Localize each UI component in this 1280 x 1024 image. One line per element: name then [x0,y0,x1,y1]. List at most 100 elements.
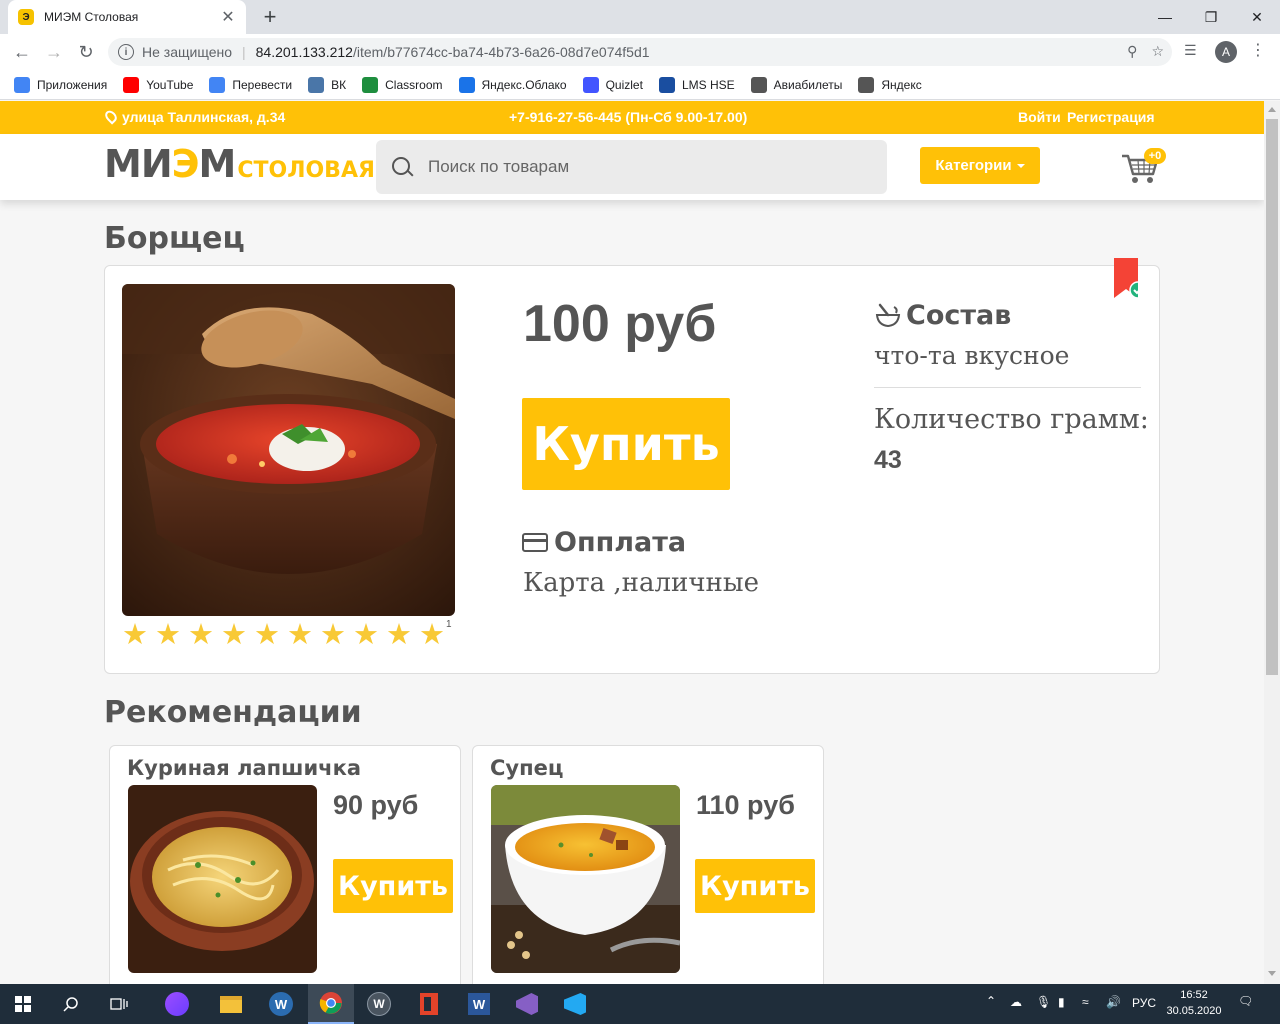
visual-studio-icon[interactable] [504,984,550,1024]
site-favicon-icon: Э [18,9,34,25]
star-icon[interactable]: ★ [221,620,254,650]
tray-chevron-icon[interactable]: ⌃ [986,994,996,1008]
forward-icon[interactable]: → [42,40,66,64]
caret-down-icon [1016,163,1025,168]
rating-stars[interactable]: ★ ★ ★ ★ ★ ★ ★ ★ ★ ★ [122,620,452,650]
bookmark-label: LMS HSE [681,77,735,92]
microphone-icon[interactable]: 🎙 [1036,995,1051,1009]
scrollbar-thumb[interactable] [1266,119,1278,675]
bookmark-favicon-icon [750,76,767,93]
star-bookmark-icon[interactable]: ☆ [1151,43,1164,60]
recommendation-card[interactable]: Супец 110 руб Купить [472,745,824,995]
bookmark-item[interactable]: Яндекс.Облако [458,76,567,93]
new-tab-button[interactable]: + [258,4,282,30]
maximize-icon[interactable]: ❐ [1188,0,1234,34]
star-icon[interactable]: ★ [254,620,287,650]
composition-title: Состав [874,300,1011,331]
system-clock[interactable]: 16:52 30.05.2020 [1162,987,1226,1019]
wifi-icon[interactable]: ≈ [1082,995,1089,1009]
minimize-icon[interactable]: — [1142,0,1188,34]
recommendation-buy-button[interactable]: Купить [695,859,815,913]
register-link[interactable]: Регистрация [1067,109,1155,125]
recommendation-photo [128,785,317,973]
battery-icon[interactable]: ▮ [1058,995,1065,1009]
language-indicator[interactable]: РУС [1132,996,1156,1010]
browser-tab[interactable]: Э МИЭМ Столовая ✕ [8,0,246,34]
close-tab-icon[interactable]: ✕ [220,7,236,27]
word-icon[interactable]: W [456,984,502,1024]
tab-title: МИЭМ Столовая [44,10,139,24]
search-taskbar-icon[interactable] [48,984,94,1024]
onedrive-icon[interactable]: ☁ [1010,995,1022,1009]
profile-avatar[interactable]: A [1215,41,1237,63]
bookmark-label: ВК [331,77,347,92]
login-link[interactable]: Войти [1018,109,1061,125]
windows-taskbar: W W W ⌃ ☁ 🎙 ▮ ≈ 🔊 РУС 16:52 30.05.2020 🗨 [0,984,1280,1024]
reload-icon[interactable]: ↻ [74,40,98,64]
address-info: улица Таллинская, д.34 [102,108,285,125]
product-title: Борщец [104,221,245,256]
star-icon[interactable]: ★ [287,620,320,650]
cart-button[interactable]: +0 [1120,148,1166,188]
address-bar[interactable]: i Не защищено | 84.201.133.212/item/b776… [108,38,1172,66]
office-icon[interactable] [406,984,452,1024]
buy-button[interactable]: Купить [522,398,730,490]
volume-icon[interactable]: 🔊 [1106,995,1121,1009]
notifications-icon[interactable]: 🗨 [1238,994,1253,1008]
rating-count: 1 [446,619,452,630]
alice-icon[interactable] [154,984,200,1024]
recommendation-card[interactable]: Куриная лапшичка 90 руб Купить [109,745,461,995]
page-scrollbar[interactable] [1264,101,1280,984]
scroll-down-icon[interactable] [1268,971,1276,976]
credit-card-icon [522,533,548,552]
bookmark-item[interactable]: Перевести [209,76,293,93]
scroll-up-icon[interactable] [1268,107,1276,112]
bookmark-favicon-icon [308,76,325,93]
search-icon[interactable] [390,155,414,179]
logo-main-suffix: М [198,142,237,186]
location-pin-icon [102,108,120,125]
bookmark-favicon-icon [582,76,599,93]
search-input[interactable] [428,157,848,177]
site-logo[interactable]: МИЭМ СТОЛОВАЯ [104,144,375,184]
star-icon[interactable]: ★ [353,620,386,650]
recommendation-photo [491,785,680,973]
bookmark-item[interactable]: Авиабилеты [750,76,842,93]
bookmarks-bar: Приложения YouTube Перевести ВК Classroom Янд… [0,70,1280,100]
media-control-icon[interactable]: ☰ [1184,42,1197,59]
bookmark-item[interactable]: Quizlet [582,76,643,93]
bookmark-item[interactable]: YouTube [123,76,193,93]
bookmark-item[interactable]: Яндекс [858,76,922,93]
bookmark-item[interactable]: ВК [308,76,347,93]
star-icon[interactable]: ★ [122,620,155,650]
bookmark-label: Перевести [232,77,293,92]
menu-dots-icon[interactable]: ⋮ [1250,40,1266,60]
bookmark-icon[interactable] [1114,258,1138,298]
bookmark-item[interactable]: Classroom [362,76,443,93]
bookmark-item[interactable]: LMS HSE [658,76,735,93]
word-online-icon[interactable]: W [258,984,304,1024]
bookmark-item[interactable]: Приложения [14,76,107,93]
back-icon[interactable]: ← [10,40,34,64]
bookmark-label: Яндекс [881,77,922,92]
info-icon[interactable]: i [118,44,134,60]
logo-sub: СТОЛОВАЯ [237,158,375,183]
zoom-icon[interactable]: ⚲ [1127,43,1137,60]
browser-tab-bar: Э МИЭМ Столовая ✕ + — ❐ ✕ [0,0,1280,34]
close-window-icon[interactable]: ✕ [1234,0,1280,34]
app-w-icon[interactable]: W [356,984,402,1024]
star-icon[interactable]: ★ [155,620,188,650]
categories-button[interactable]: Категории [920,147,1040,184]
star-icon[interactable]: ★ [386,620,419,650]
recommendation-buy-button[interactable]: Купить [333,859,453,913]
windows-start-icon[interactable] [0,984,46,1024]
star-icon[interactable]: ★ [320,620,353,650]
task-view-icon[interactable] [96,984,142,1024]
file-explorer-icon[interactable] [208,984,254,1024]
mortar-icon [875,303,901,327]
address-divider: | [242,44,246,60]
star-icon[interactable]: ★ [188,620,221,650]
chrome-icon[interactable] [308,984,354,1024]
vscode-icon[interactable] [552,984,598,1024]
payment-title-text: Опплата [554,527,687,558]
